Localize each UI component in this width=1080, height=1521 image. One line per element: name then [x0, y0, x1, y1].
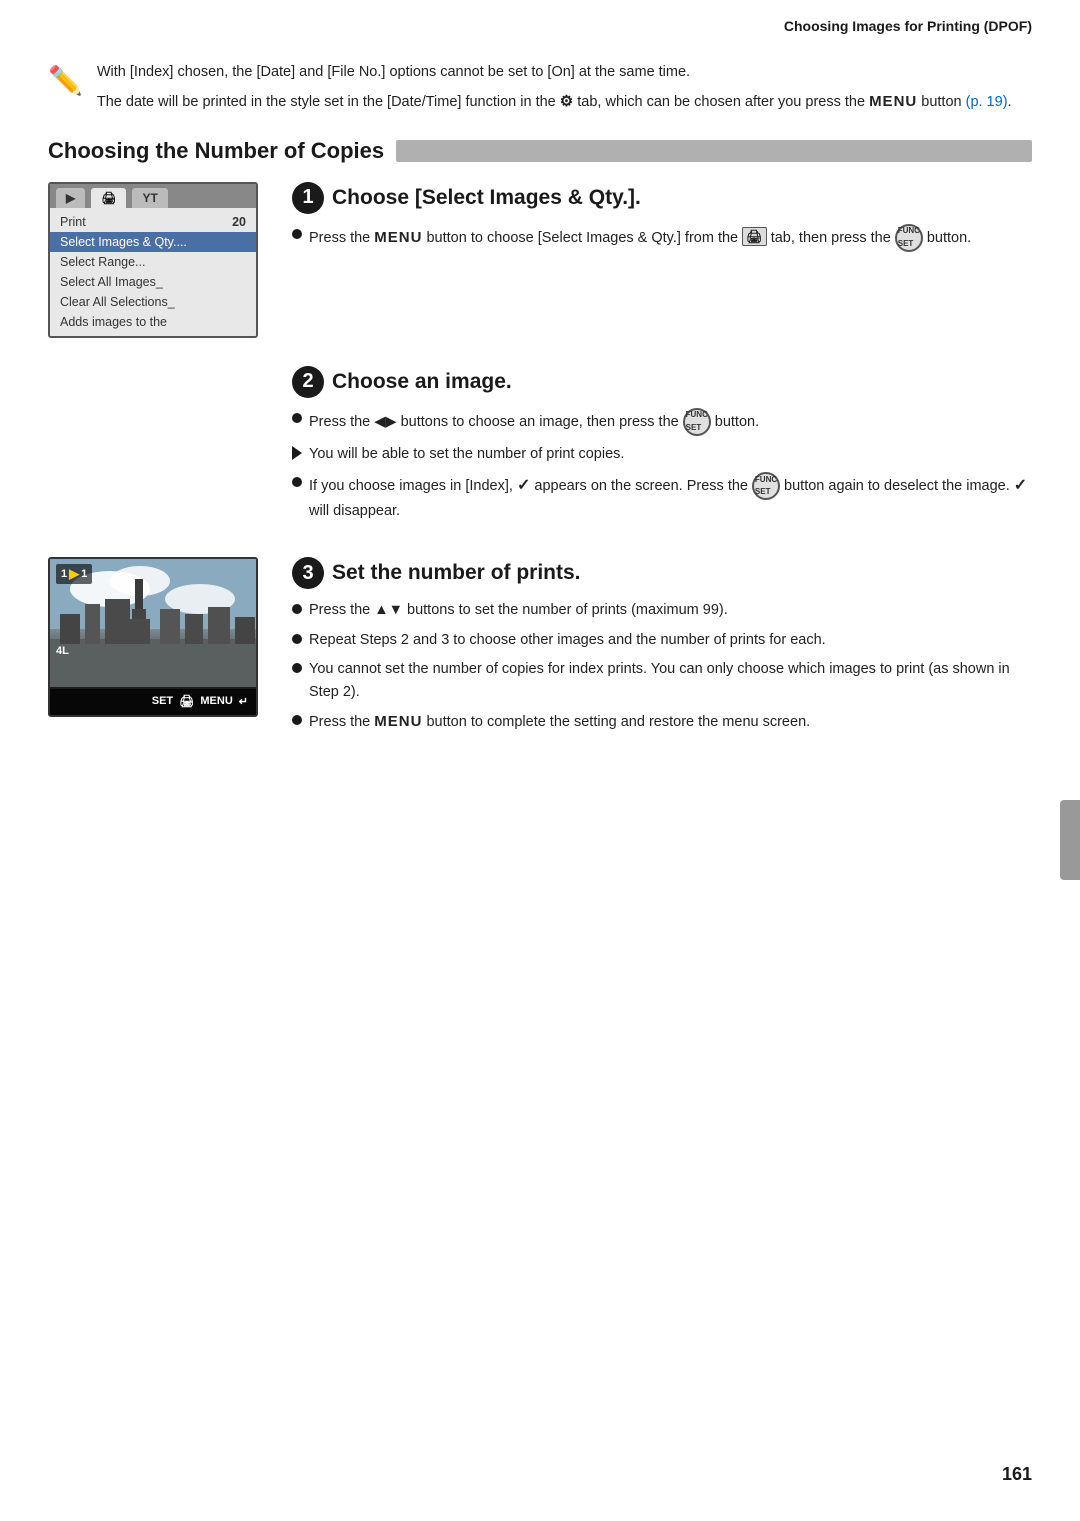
step-3-image: 1 ▶ 1 4L SET 🖨 MENU ↵ — [48, 557, 268, 717]
print-icon-label: 🖨 — [179, 694, 194, 708]
step-3-row: 1 ▶ 1 4L SET 🖨 MENU ↵ 3 S — [48, 557, 1032, 740]
step-2-bullet-1: Press the ◀▶ buttons to choose an image,… — [292, 408, 1032, 436]
note-lines: With [Index] chosen, the [Date] and [Fil… — [97, 62, 1012, 114]
photo-size-label: 4L — [56, 645, 69, 657]
step-1-image: ▶ 🖨 YT Print 20 Select Images & Qty.... … — [48, 182, 268, 338]
menu-row-select-range: Select Range... — [50, 252, 256, 272]
menu-val-print: 20 — [232, 215, 246, 229]
step-2-bullet-3-text: If you choose images in [Index], ✓ appea… — [309, 472, 1032, 522]
step-1-title-row: 1 Choose [Select Images & Qty.]. — [292, 182, 1032, 214]
photo-counter: 1 ▶ 1 — [56, 564, 92, 584]
photo-bottom-bar: SET 🖨 MENU ↵ — [50, 687, 256, 715]
func-set-btn-3: FUNCSET — [752, 472, 780, 500]
step-3-bullet-4-text: Press the MENU button to complete the se… — [309, 710, 810, 733]
bullet-triangle-icon — [292, 446, 302, 460]
settings-tab-icon: ⚙ — [560, 93, 573, 110]
step-1-title: Choose [Select Images & Qty.]. — [332, 186, 641, 210]
menu-label-select-images: Select Images & Qty.... — [60, 235, 187, 249]
step-3-content: 3 Set the number of prints. Press the ▲▼… — [292, 557, 1032, 740]
note-text-1: With [Index] chosen, the [Date] and [Fil… — [97, 64, 690, 80]
page-link[interactable]: (p. 19) — [966, 94, 1008, 110]
counter-2: 1 — [81, 568, 87, 580]
step-2-bullets: Press the ◀▶ buttons to choose an image,… — [292, 408, 1032, 523]
return-label: ↵ — [239, 695, 248, 708]
step-3-bullet-3: You cannot set the number of copies for … — [292, 658, 1032, 703]
menu-label-select-range: Select Range... — [60, 255, 145, 269]
menu-bottom-label: MENU — [200, 695, 232, 707]
menu-label-clear-all: Clear All Selections_ — [60, 295, 175, 309]
step-2-title: Choose an image. — [332, 370, 512, 394]
counter-1: 1 — [61, 568, 67, 580]
menu-label-adds: Adds images to the — [60, 315, 167, 329]
camera-tab-settings: YT — [132, 188, 167, 208]
step-2-bullet-3: If you choose images in [Index], ✓ appea… — [292, 472, 1032, 522]
step-2-bullet-2: You will be able to set the number of pr… — [292, 443, 1032, 465]
step-3-bullet-4: Press the MENU button to complete the se… — [292, 710, 1032, 733]
menu-row-clear-all: Clear All Selections_ — [50, 292, 256, 312]
bullet-circle-icon — [292, 413, 302, 423]
right-sidebar-tab — [1060, 800, 1080, 880]
step-1-number: 1 — [292, 182, 324, 214]
camera-menu-body: Print 20 Select Images & Qty.... Select … — [50, 208, 256, 336]
bullet-circle-icon — [292, 604, 302, 614]
camera-menu-screenshot: ▶ 🖨 YT Print 20 Select Images & Qty.... … — [48, 182, 258, 338]
pencil-icon: ✏️ — [48, 64, 83, 97]
step-1-row: ▶ 🖨 YT Print 20 Select Images & Qty.... … — [48, 182, 1032, 338]
camera-photo-screenshot: 1 ▶ 1 4L SET 🖨 MENU ↵ — [48, 557, 258, 717]
step-2-number: 2 — [292, 366, 324, 398]
step-3-title: Set the number of prints. — [332, 561, 581, 585]
step-3-number: 3 — [292, 557, 324, 589]
step-2-content: 2 Choose an image. Press the ◀▶ buttons … — [292, 366, 1032, 530]
func-set-btn-2: FUNCSET — [683, 408, 711, 436]
camera-tabs: ▶ 🖨 YT — [50, 184, 256, 208]
menu-row-adds: Adds images to the — [50, 312, 256, 332]
bullet-circle-icon — [292, 634, 302, 644]
step-2-bullet-1-text: Press the ◀▶ buttons to choose an image,… — [309, 408, 759, 436]
set-label: SET — [152, 695, 173, 707]
step-3-bullet-2-text: Repeat Steps 2 and 3 to choose other ima… — [309, 629, 826, 651]
step-3-title-row: 3 Set the number of prints. — [292, 557, 1032, 589]
bullet-circle-icon — [292, 715, 302, 725]
menu-label-print: Print — [60, 215, 86, 229]
step-1-bullets: Press the MENU button to choose [Select … — [292, 224, 1032, 252]
camera-tab-play: ▶ — [56, 188, 85, 208]
step-2-row: 2 Choose an image. Press the ◀▶ buttons … — [48, 366, 1032, 530]
func-set-btn-1: FUNCSET — [895, 224, 923, 252]
step-1-bullet-1-text: Press the MENU button to choose [Select … — [309, 224, 971, 252]
step-1-content: 1 Choose [Select Images & Qty.]. Press t… — [292, 182, 1032, 259]
photo-overlay-top: 1 ▶ 1 — [56, 564, 92, 584]
counter-arrow: ▶ — [69, 566, 79, 582]
menu-label: MENU — [869, 93, 917, 110]
step-3-bullet-1: Press the ▲▼ buttons to set the number o… — [292, 599, 1032, 621]
menu-row-select-images: Select Images & Qty.... — [50, 232, 256, 252]
step-3-bullets: Press the ▲▼ buttons to set the number o… — [292, 599, 1032, 733]
note-line-1: With [Index] chosen, the [Date] and [Fil… — [97, 62, 1012, 84]
step-1-bullet-1: Press the MENU button to choose [Select … — [292, 224, 1032, 252]
step-2-bullet-2-text: You will be able to set the number of pr… — [309, 443, 624, 465]
step-2-title-row: 2 Choose an image. — [292, 366, 1032, 398]
header-title: Choosing Images for Printing (DPOF) — [784, 18, 1032, 34]
page-number: 161 — [1002, 1464, 1032, 1485]
note-box: ✏️ With [Index] chosen, the [Date] and [… — [48, 62, 1032, 114]
main-content: ✏️ With [Index] chosen, the [Date] and [… — [0, 62, 1080, 817]
note-line-2: The date will be printed in the style se… — [97, 91, 1012, 114]
bullet-circle-icon — [292, 663, 302, 673]
menu-row-print: Print 20 — [50, 212, 256, 232]
section-heading-text: Choosing the Number of Copies — [48, 138, 396, 164]
note-text-2: The date will be printed in the style se… — [97, 94, 1012, 110]
section-heading-bar — [396, 140, 1032, 162]
menu-label-select-all: Select All Images_ — [60, 275, 163, 289]
step-3-bullet-1-text: Press the ▲▼ buttons to set the number o… — [309, 599, 728, 621]
step-3-bullet-2: Repeat Steps 2 and 3 to choose other ima… — [292, 629, 1032, 651]
section-heading: Choosing the Number of Copies — [48, 138, 1032, 164]
camera-photo-bg: 1 ▶ 1 4L — [50, 559, 256, 689]
bullet-circle-icon — [292, 477, 302, 487]
camera-tab-print: 🖨 — [91, 188, 126, 208]
page-header: Choosing Images for Printing (DPOF) — [0, 0, 1080, 44]
menu-row-select-all: Select All Images_ — [50, 272, 256, 292]
bullet-circle-icon — [292, 229, 302, 239]
step-3-bullet-3-text: You cannot set the number of copies for … — [309, 658, 1032, 703]
